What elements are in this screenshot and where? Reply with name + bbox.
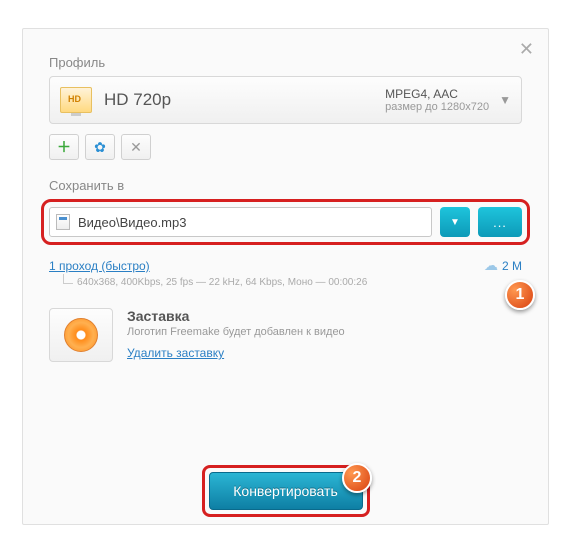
disc-icon xyxy=(64,318,98,352)
splash-info: Заставка Логотип Freemake будет добавлен… xyxy=(127,308,345,362)
browse-button[interactable]: ... xyxy=(478,207,522,237)
save-path-input[interactable]: Видео\Видео.mp3 xyxy=(49,207,432,237)
footer: Конвертировать xyxy=(0,465,571,517)
gear-icon: ✿ xyxy=(94,139,106,156)
pass-row: 1 проход (быстро) 640x368, 400Kbps, 25 f… xyxy=(49,257,522,288)
pass-mode-link[interactable]: 1 проход (быстро) xyxy=(49,259,150,273)
convert-button[interactable]: Конвертировать xyxy=(209,472,363,510)
plus-icon: ＋ xyxy=(57,137,71,157)
cross-icon: ✕ xyxy=(130,139,142,156)
close-icon[interactable]: ✕ xyxy=(519,39,534,60)
splash-title: Заставка xyxy=(127,308,345,324)
upload-size[interactable]: ☁ 2 М xyxy=(484,257,522,274)
remove-profile-button[interactable]: ✕ xyxy=(121,134,151,160)
path-dropdown-button[interactable]: ▼ xyxy=(440,207,470,237)
chevron-down-icon: ▼ xyxy=(499,93,511,107)
annotation-marker-2: 2 xyxy=(342,463,372,493)
content-area: Профиль HD 720p MPEG4, AAC размер до 128… xyxy=(23,29,548,362)
add-profile-button[interactable]: ＋ xyxy=(49,134,79,160)
splash-row: Заставка Логотип Freemake будет добавлен… xyxy=(49,308,522,362)
highlight-save-row: Видео\Видео.mp3 ▼ ... xyxy=(41,199,530,245)
cloud-icon: ☁ xyxy=(484,257,498,274)
save-section: Сохранить в Видео\Видео.mp3 ▼ ... xyxy=(49,178,522,245)
save-path-text: Видео\Видео.mp3 xyxy=(78,215,186,230)
profile-tools: ＋ ✿ ✕ xyxy=(49,134,522,160)
profile-size: размер до 1280x720 xyxy=(385,101,489,113)
profile-selector[interactable]: HD 720p MPEG4, AAC размер до 1280x720 ▼ xyxy=(49,76,522,124)
file-icon xyxy=(56,214,70,230)
settings-profile-button[interactable]: ✿ xyxy=(85,134,115,160)
upload-size-text: 2 М xyxy=(502,259,522,273)
save-row: Видео\Видео.mp3 ▼ ... xyxy=(49,207,522,237)
remove-splash-link[interactable]: Удалить заставку xyxy=(127,346,224,360)
save-label: Сохранить в xyxy=(49,178,522,193)
hd-monitor-icon xyxy=(60,87,92,113)
profile-spec: MPEG4, AAC размер до 1280x720 xyxy=(385,87,489,113)
annotation-marker-1: 1 xyxy=(505,280,535,310)
encoding-details: 640x368, 400Kbps, 25 fps — 22 kHz, 64 Kb… xyxy=(63,277,367,288)
profile-codec: MPEG4, AAC xyxy=(385,87,489,101)
triangle-down-icon: ▼ xyxy=(450,217,460,228)
profile-name: HD 720p xyxy=(104,90,171,110)
dialog-panel: ✕ Профиль HD 720p MPEG4, AAC размер до 1… xyxy=(22,28,549,525)
splash-desc: Логотип Freemake будет добавлен к видео xyxy=(127,326,345,338)
profile-label: Профиль xyxy=(49,55,522,70)
splash-thumbnail[interactable] xyxy=(49,308,113,362)
